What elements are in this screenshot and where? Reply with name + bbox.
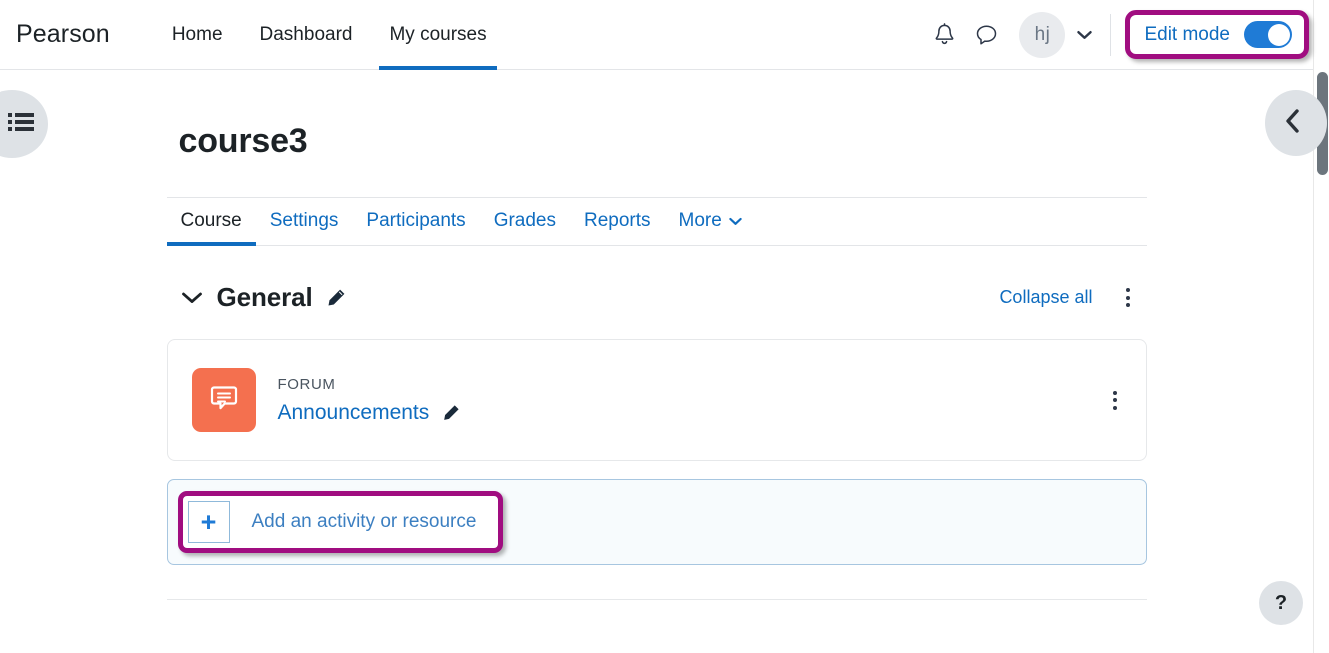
section-bottom-divider xyxy=(166,599,1147,600)
edit-mode-toggle[interactable] xyxy=(1244,21,1292,48)
kebab-dot xyxy=(1112,405,1117,410)
moodle-course-page: Pearson Home Dashboard My courses hj Edi… xyxy=(0,0,1329,653)
list-menu-icon xyxy=(8,111,34,138)
add-activity-region: + Add an activity or resource xyxy=(166,479,1147,565)
top-navbar: Pearson Home Dashboard My courses hj Edi… xyxy=(0,0,1313,70)
plus-glyph: + xyxy=(200,506,217,537)
activity-link-announcements[interactable]: Announcements xyxy=(278,401,430,425)
kebab-dot xyxy=(1112,390,1117,395)
chevron-down-icon xyxy=(729,217,742,226)
messages-button[interactable] xyxy=(969,18,1003,52)
tab-reports-label: Reports xyxy=(584,210,651,231)
chevron-down-icon xyxy=(1077,30,1093,40)
tab-settings[interactable]: Settings xyxy=(256,198,353,245)
plus-icon[interactable]: + xyxy=(187,501,230,543)
close-block-drawer-button[interactable] xyxy=(1265,90,1327,156)
edit-activity-name-pencil-icon[interactable] xyxy=(441,403,461,423)
notifications-button[interactable] xyxy=(927,18,961,52)
forum-speech-bubble-icon xyxy=(207,381,241,420)
section-collapse-toggle[interactable] xyxy=(181,291,203,305)
activity-body: FORUM Announcements xyxy=(278,376,462,425)
activity-card-announcements: FORUM Announcements xyxy=(166,339,1147,461)
message-bubble-icon xyxy=(975,24,998,46)
user-menu-button[interactable]: hj xyxy=(1019,11,1093,58)
tab-grades[interactable]: Grades xyxy=(480,198,570,245)
tab-participants-label: Participants xyxy=(366,210,466,231)
activity-type-label: FORUM xyxy=(277,375,336,393)
tab-settings-label: Settings xyxy=(269,210,339,231)
tab-course[interactable]: Course xyxy=(166,198,257,246)
edit-mode-highlight-ring: Edit mode xyxy=(1125,10,1309,59)
toggle-knob xyxy=(1267,23,1290,46)
main-content: course3 Course Settings Participants Gra… xyxy=(0,70,1313,653)
kebab-dot xyxy=(1125,295,1130,300)
chevron-left-icon xyxy=(1285,108,1301,139)
bell-icon xyxy=(934,23,955,46)
tab-grades-label: Grades xyxy=(493,210,556,231)
section-header-general: General Collapse all xyxy=(167,282,1147,313)
section-kebab-menu-icon[interactable] xyxy=(1115,283,1141,313)
navbar-divider xyxy=(1110,13,1112,56)
tab-more-label: More xyxy=(678,210,722,231)
course-container: course3 Course Settings Participants Gra… xyxy=(166,70,1147,600)
collapse-all-button[interactable]: Collapse all xyxy=(999,287,1092,308)
nav-item-home[interactable]: Home xyxy=(162,0,233,70)
course-tab-bar: Course Settings Participants Grades Repo… xyxy=(166,198,1147,246)
tab-course-label: Course xyxy=(180,210,242,231)
activity-kebab-menu-icon[interactable] xyxy=(1102,385,1128,415)
page-title: course3 xyxy=(178,122,308,160)
forum-activity-icon-wrapper xyxy=(191,368,256,432)
activity-name-row: Announcements xyxy=(278,401,462,425)
add-activity-button[interactable]: Add an activity or resource xyxy=(252,511,477,533)
avatar: hj xyxy=(1019,11,1066,58)
navbar-right-group: hj Edit mode xyxy=(927,0,1313,70)
tab-participants[interactable]: Participants xyxy=(352,198,479,245)
help-button[interactable]: ? xyxy=(1259,581,1303,625)
nav-item-my-courses[interactable]: My courses xyxy=(379,0,497,70)
edit-section-name-pencil-icon[interactable] xyxy=(325,287,347,309)
section-header-actions: Collapse all xyxy=(999,283,1140,313)
edit-mode-label: Edit mode xyxy=(1144,23,1230,45)
add-activity-highlight-ring: + Add an activity or resource xyxy=(177,491,504,553)
primary-navigation: Home Dashboard My courses xyxy=(162,0,497,70)
kebab-dot xyxy=(1112,398,1117,402)
tab-more[interactable]: More xyxy=(665,198,756,245)
section-title: General xyxy=(216,282,313,312)
kebab-dot xyxy=(1125,303,1130,307)
kebab-dot xyxy=(1125,288,1130,292)
site-brand[interactable]: Pearson xyxy=(16,20,110,49)
tab-reports[interactable]: Reports xyxy=(570,198,665,245)
nav-item-dashboard[interactable]: Dashboard xyxy=(250,0,363,70)
